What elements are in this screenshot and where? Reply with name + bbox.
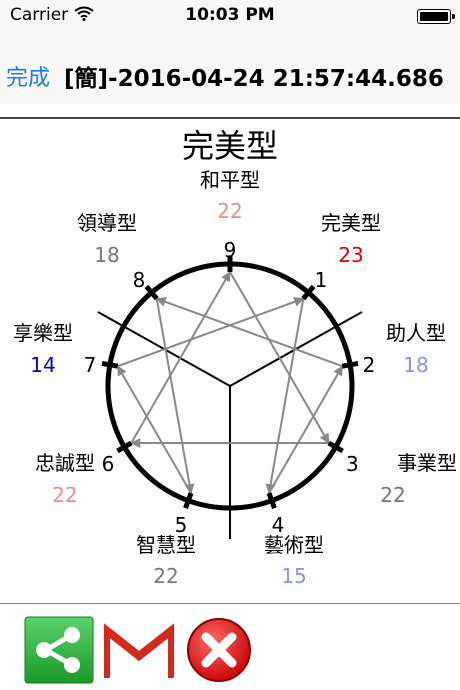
tick-mark-7	[101, 360, 119, 369]
close-icon	[187, 618, 251, 682]
chart-title: 完美型	[182, 127, 278, 165]
type-score-8: 18	[94, 243, 119, 267]
type-score-7: 14	[30, 353, 55, 377]
type-name-8: 領導型	[77, 211, 137, 235]
type-score-6: 22	[52, 483, 77, 507]
type-number-7: 7	[84, 353, 97, 377]
tick-mark-4	[266, 492, 277, 510]
tick-mark-6	[116, 440, 133, 454]
tick-mark-2	[341, 360, 359, 369]
toolbar	[0, 604, 460, 690]
page-title: [簡]-2016-04-24 21:57:44.686	[64, 66, 444, 92]
type-name-2: 助人型	[386, 321, 446, 345]
type-score-9: 22	[217, 199, 242, 223]
type-number-9: 9	[224, 238, 237, 262]
connection-arrow-7-1	[117, 297, 305, 368]
type-name-9: 和平型	[200, 168, 260, 192]
type-number-1: 1	[315, 268, 328, 292]
gmail-icon	[102, 621, 176, 678]
type-name-5: 智慧型	[136, 533, 196, 557]
type-number-8: 8	[133, 268, 146, 292]
tick-mark-3	[327, 440, 344, 454]
type-name-4: 藝術型	[264, 533, 324, 557]
battery-icon	[417, 9, 455, 24]
type-score-5: 22	[153, 564, 178, 588]
gmail-button[interactable]	[102, 616, 176, 684]
type-number-6: 6	[102, 452, 115, 476]
done-button[interactable]: 完成	[6, 60, 50, 92]
navigation-bar: 完成 [簡]-2016-04-24 21:57:44.686	[0, 32, 460, 104]
tick-mark-5	[183, 492, 194, 510]
type-name-7: 享樂型	[13, 321, 73, 345]
type-score-2: 18	[403, 353, 428, 377]
enneagram-diagram: 完美型1完美型232助人型183 事業型224藝術型155智慧型226忠誠型227…	[13, 127, 457, 588]
connection-arrow-2-8	[155, 297, 343, 368]
type-number-3: 3	[346, 452, 359, 476]
enneagram-chart: 完美型 1 完美型 23 2 助人型 18 3 事業型 22 4 藝術型 15 5 智慧型 22 6 忠誠型 22 7…	[0, 119, 460, 603]
type-score-3: 22	[380, 483, 405, 507]
type-number-2: 2	[363, 353, 376, 377]
status-time: 10:03 PM	[185, 5, 275, 25]
type-score-4: 15	[281, 564, 306, 588]
status-bar: Carrier 10:03 PM	[0, 0, 460, 32]
type-name-1: 完美型	[321, 211, 381, 235]
share-icon	[24, 616, 94, 684]
share-button[interactable]	[24, 616, 94, 684]
type-score-1: 23	[338, 243, 363, 267]
type-name-6: 忠誠型	[35, 451, 95, 475]
type-name-3: 事業型	[397, 451, 457, 475]
close-button[interactable]	[184, 616, 254, 684]
